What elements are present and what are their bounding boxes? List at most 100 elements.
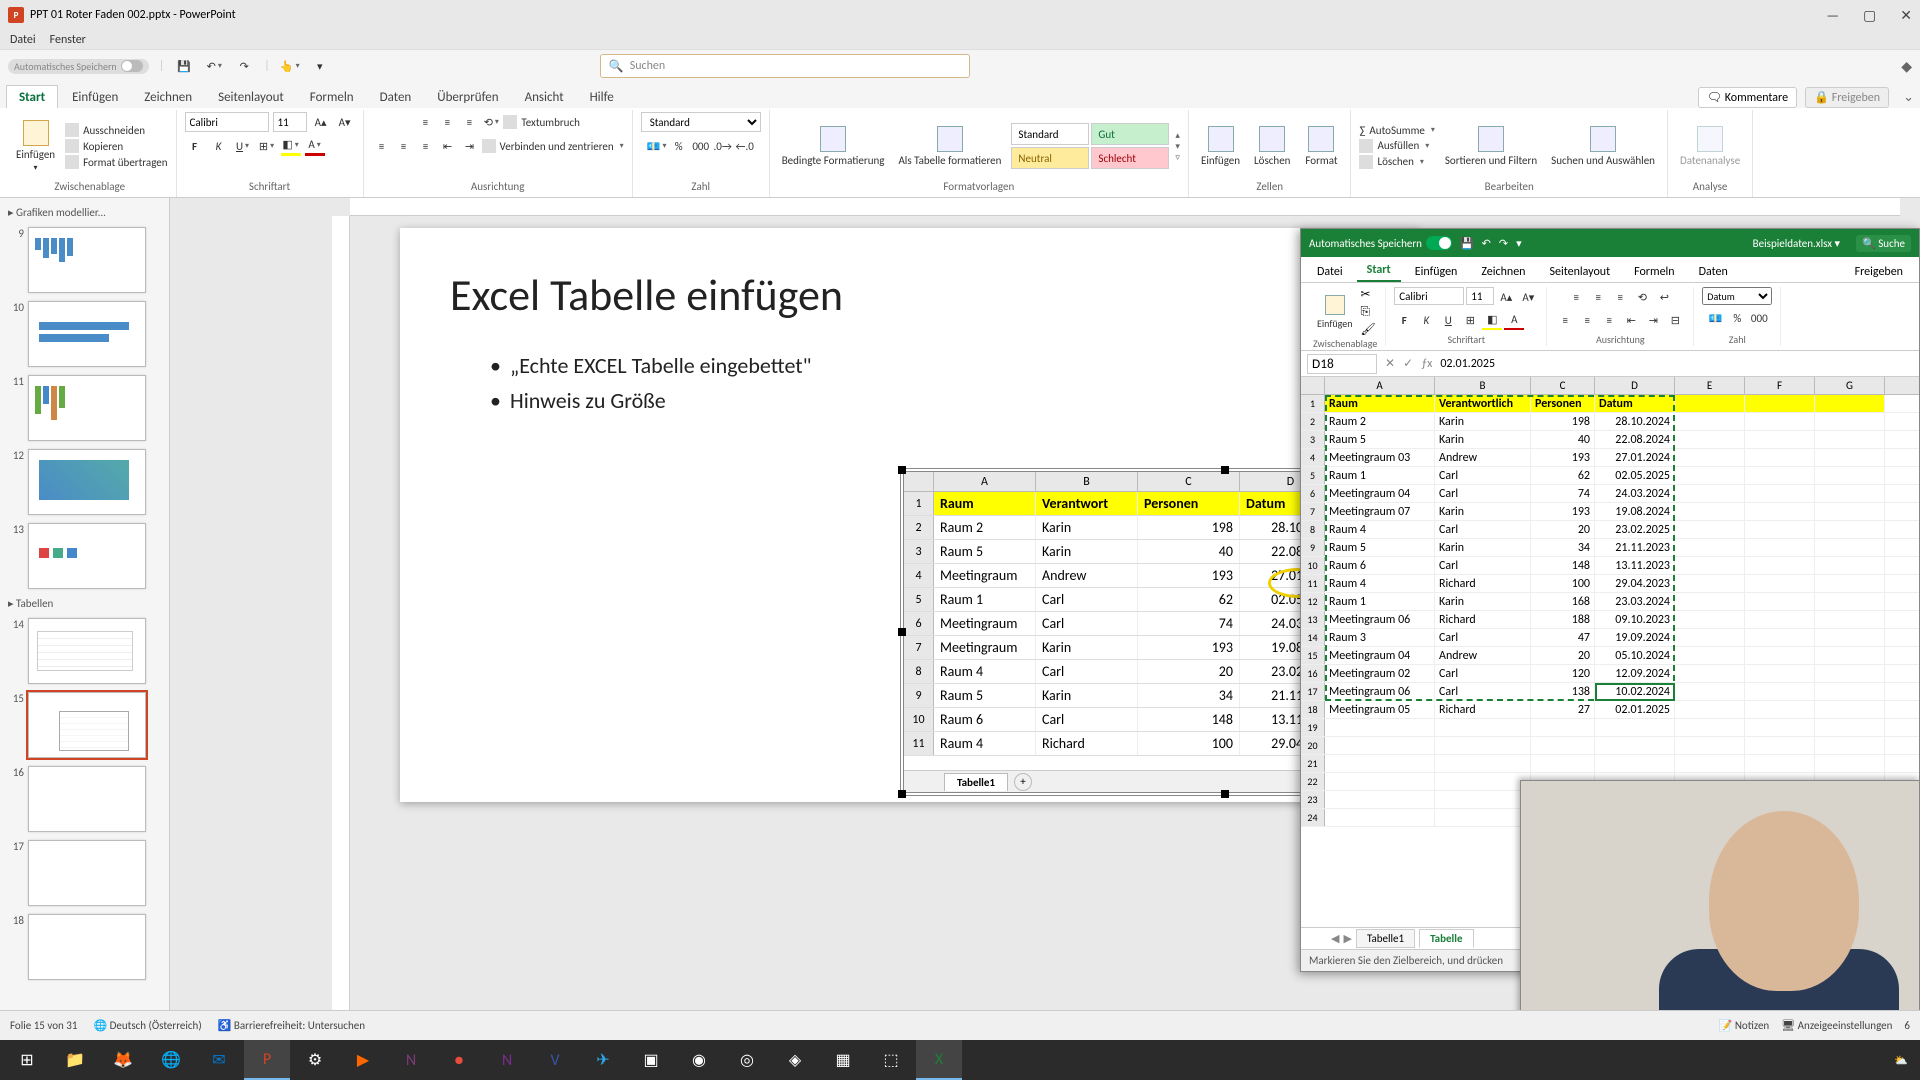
percent-button[interactable]: % xyxy=(669,136,689,156)
table-row[interactable]: 20 xyxy=(1301,737,1919,755)
cut-button[interactable]: Ausschneiden xyxy=(65,123,167,137)
firefox-icon[interactable]: 🦊 xyxy=(100,1040,146,1080)
table-row[interactable]: 14 Raum 3Carl 4719.09.2024 xyxy=(1301,629,1919,647)
align-left-button[interactable]: ≡ xyxy=(372,136,392,156)
format-as-table-button[interactable]: Als Tabelle formatieren xyxy=(894,124,1005,169)
table-row[interactable]: 17 Meetingraum 06Carl 13810.02.2024 xyxy=(1301,683,1919,701)
autosum-button[interactable]: ∑AutoSumme xyxy=(1359,124,1434,137)
tab-seitenlayout[interactable]: Seitenlayout xyxy=(206,86,296,108)
sheet-nav-next[interactable]: ▶ xyxy=(1343,932,1351,945)
align-top-button[interactable]: ≡ xyxy=(415,112,435,132)
system-tray[interactable]: ⛅ xyxy=(1894,1054,1916,1067)
tab-daten[interactable]: Daten xyxy=(368,86,424,108)
table-row[interactable]: 2 Raum 2Karin 19828.10.2024 xyxy=(1301,413,1919,431)
format-cells-button[interactable]: Format xyxy=(1300,124,1342,169)
excel-font-name[interactable] xyxy=(1394,287,1464,305)
excel-tab-einfuegen[interactable]: Einfügen xyxy=(1405,262,1468,282)
gallery-down-icon[interactable]: ▾ xyxy=(1175,141,1180,152)
table-row[interactable]: 8 Raum 4Carl 2023.02.2025 xyxy=(1301,521,1919,539)
shrink-font-button[interactable]: A▾ xyxy=(335,112,355,132)
delete-cells-button[interactable]: Löschen xyxy=(1250,124,1294,169)
clear-button[interactable]: Löschen xyxy=(1359,155,1434,169)
style-neutral[interactable]: Neutral xyxy=(1011,147,1089,169)
excel-grow-font[interactable]: A▴ xyxy=(1496,287,1516,307)
align-center-button[interactable]: ≡ xyxy=(394,136,414,156)
accessibility-icon[interactable]: ◆ xyxy=(1901,58,1912,75)
table-row[interactable]: 9 Raum 5Karin 3421.11.2023 xyxy=(1301,539,1919,557)
sheet-nav-prev[interactable]: ◀ xyxy=(1331,932,1339,945)
table-row[interactable]: 11 Raum 4Richard 10029.04.2023 xyxy=(1301,575,1919,593)
excel-save-icon[interactable]: 💾 xyxy=(1460,237,1474,250)
slide-counter[interactable]: Folie 15 von 31 xyxy=(10,1019,77,1032)
conditional-formatting-button[interactable]: Bedingte Formatierung xyxy=(778,124,889,169)
excel-brush-icon[interactable]: 🖌 xyxy=(1361,322,1376,337)
wrap-text-button[interactable]: Textumbruch xyxy=(503,112,580,132)
table-row[interactable]: 3 Raum 5Karin 4022.08.2024 xyxy=(1301,431,1919,449)
slide-title[interactable]: Excel Tabelle einfügen xyxy=(400,228,1420,332)
qat-customize[interactable]: ▾ xyxy=(310,56,330,76)
grow-font-button[interactable]: A▴ xyxy=(311,112,331,132)
excel-tab-daten[interactable]: Daten xyxy=(1689,262,1738,282)
maximize-button[interactable]: ▢ xyxy=(1863,7,1876,24)
increase-decimal-button[interactable]: .0→ xyxy=(713,136,733,156)
slide-thumb-9[interactable]: 9 xyxy=(0,223,169,297)
slide-thumb-17[interactable]: 17 xyxy=(0,836,169,910)
formula-value[interactable]: 02.01.2025 xyxy=(1440,357,1495,371)
embedded-sheet-tab[interactable]: Tabelle1 xyxy=(944,773,1008,791)
slide-thumb-10[interactable]: 10 xyxy=(0,297,169,371)
excel-bold[interactable]: F xyxy=(1394,310,1414,330)
underline-button[interactable]: U xyxy=(233,136,253,156)
menu-datei[interactable]: Datei xyxy=(10,33,36,47)
excel-cut-icon[interactable]: ✂ xyxy=(1361,287,1376,302)
zoom-level[interactable]: 6 xyxy=(1904,1019,1910,1032)
slide-body[interactable]: „Echte EXCEL Tabelle eingebettet" Hinwei… xyxy=(400,332,1420,442)
table-row[interactable]: 19 xyxy=(1301,719,1919,737)
slide-canvas[interactable]: Excel Tabelle einfügen „Echte EXCEL Tabe… xyxy=(400,228,1420,802)
touch-mode-button[interactable]: 👆 xyxy=(280,56,300,76)
enter-icon[interactable]: ✓ xyxy=(1403,356,1413,371)
excel-grid[interactable]: A B C D E F G 1 Raum Verantwortlich Pers… xyxy=(1301,377,1919,827)
decrease-indent-button[interactable]: ⇤ xyxy=(438,136,458,156)
align-right-button[interactable]: ≡ xyxy=(416,136,436,156)
table-row[interactable]: 16 Meetingraum 02Carl 12012.09.2024 xyxy=(1301,665,1919,683)
excel-italic[interactable]: K xyxy=(1416,310,1436,330)
excel-autosave-toggle[interactable]: Automatisches Speichern xyxy=(1309,236,1452,250)
app-icon-5[interactable]: ◉ xyxy=(676,1040,722,1080)
file-explorer-icon[interactable]: 📁 xyxy=(52,1040,98,1080)
slide-editor-area[interactable]: Excel Tabelle einfügen „Echte EXCEL Tabe… xyxy=(170,198,1920,1050)
excel-font-color[interactable]: A xyxy=(1504,310,1524,330)
vlc-icon[interactable]: ▶ xyxy=(340,1040,386,1080)
style-standard[interactable]: Standard xyxy=(1011,123,1089,145)
table-row[interactable]: 18 Meetingraum 05Richard 2702.01.2025 xyxy=(1301,701,1919,719)
paste-button[interactable]: Einfügen ▾ xyxy=(12,118,59,175)
fx-icon[interactable]: ƒx xyxy=(1421,357,1432,371)
excel-shrink-font[interactable]: A▾ xyxy=(1518,287,1538,307)
tab-ansicht[interactable]: Ansicht xyxy=(513,86,576,108)
format-painter-button[interactable]: Format übertragen xyxy=(65,155,167,169)
table-row[interactable]: 21 xyxy=(1301,755,1919,773)
table-row[interactable]: 7 Meetingraum 07Karin 19319.08.2024 xyxy=(1301,503,1919,521)
fill-color-button[interactable]: ◧ xyxy=(281,136,301,156)
align-middle-button[interactable]: ≡ xyxy=(437,112,457,132)
excel-copy-icon[interactable]: ⎘ xyxy=(1361,305,1376,319)
display-settings-button[interactable]: 🖥 Anzeigeeinstellungen xyxy=(1781,1019,1892,1032)
slide-thumb-16[interactable]: 16 xyxy=(0,762,169,836)
insert-cells-button[interactable]: Einfügen xyxy=(1197,124,1244,169)
table-row[interactable]: 15 Meetingraum 04Andrew 2005.10.2024 xyxy=(1301,647,1919,665)
cell-styles-gallery[interactable]: Standard Gut Neutral Schlecht xyxy=(1011,123,1169,169)
slide-thumb-14[interactable]: 14 xyxy=(0,614,169,688)
undo-button[interactable]: ↶ xyxy=(204,56,224,76)
excel-tab-start[interactable]: Start xyxy=(1357,260,1401,282)
style-gut[interactable]: Gut xyxy=(1091,123,1169,145)
comments-button[interactable]: 🗨 Kommentare xyxy=(1698,87,1797,108)
search-box[interactable]: 🔍 Suchen xyxy=(600,54,970,78)
fill-button[interactable]: Ausfüllen xyxy=(1359,139,1434,153)
tab-ueberpruefen[interactable]: Überprüfen xyxy=(425,86,510,108)
find-select-button[interactable]: Suchen und Auswählen xyxy=(1547,124,1659,169)
font-size-combo[interactable] xyxy=(273,112,307,132)
autosave-toggle[interactable]: Automatisches Speichern xyxy=(8,59,149,74)
slide-thumb-13[interactable]: 13 xyxy=(0,519,169,593)
app-icon-7[interactable]: ◈ xyxy=(772,1040,818,1080)
section-header-2[interactable]: ▸ Tabellen xyxy=(0,593,169,614)
gallery-up-icon[interactable]: ▴ xyxy=(1175,130,1180,141)
